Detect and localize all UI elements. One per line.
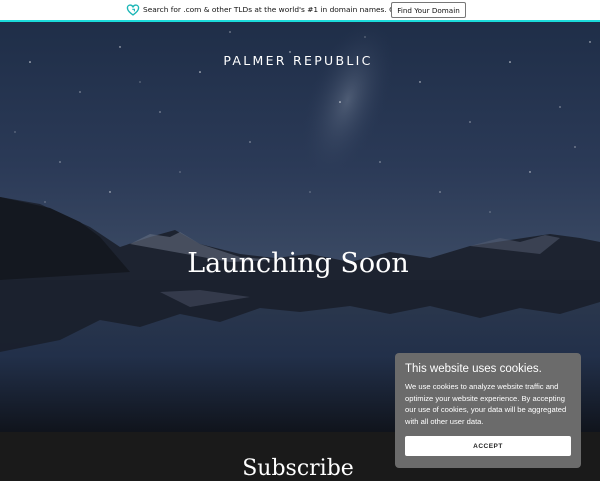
godaddy-heart-icon — [126, 4, 140, 16]
accept-cookies-button[interactable]: ACCEPT — [405, 436, 571, 456]
cookie-title: This website uses cookies. — [405, 363, 542, 375]
brand-name: PALMER REPUBLIC — [223, 53, 373, 68]
cookie-body: We use cookies to analyze website traffi… — [405, 382, 567, 426]
launching-headline: Launching Soon — [187, 248, 409, 279]
cookie-banner: This website uses cookies. We use cookie… — [395, 353, 581, 468]
promo-bar: Search for .com & other TLDs at the worl… — [0, 0, 600, 22]
find-domain-button[interactable]: Find Your Domain — [391, 2, 466, 18]
